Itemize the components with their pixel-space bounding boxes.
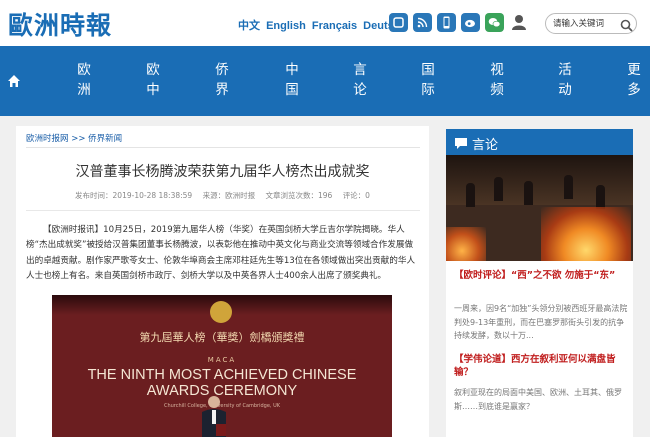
award-logo [210, 301, 232, 323]
weibo-icon[interactable] [461, 13, 480, 32]
mobile-icon[interactable] [437, 13, 456, 32]
fire-glow [446, 227, 486, 261]
protester-figure [564, 175, 573, 199]
language-switcher: 中文 English Français Deutsch [238, 17, 410, 33]
breadcrumb-home[interactable]: 欧洲时报网 [26, 134, 69, 144]
photo-banner-chinese: 第九屆華人榜（華獎）劍橋頒獎禮 [139, 331, 305, 344]
home-icon[interactable] [7, 73, 21, 92]
main-nav: 欧洲 欧中 侨界 中国 言论 国际 视频 活动 更多 [0, 46, 650, 116]
opinion-section-header[interactable]: 言论 [446, 129, 633, 155]
article-meta: 发布时间：2019-10-28 18:38:59 来源：欧洲时报 文章浏览次数：… [16, 190, 429, 201]
opinion-feature-image[interactable] [446, 155, 633, 261]
social-links [389, 13, 528, 32]
opinion-headline[interactable]: 【学伟论道】西方在叙利亚何以满盘皆输？ [454, 353, 630, 379]
nav-item-events[interactable]: 活动 [557, 60, 573, 100]
opinion-headline[interactable]: 【欧时评论】“西”之不欲 勿施于“东” [454, 269, 630, 282]
section-title: 言论 [472, 138, 499, 153]
opinion-summary: 一周来，因9名“加独”头领分别被西班牙最高法院判处9-13年重刑，而在巴塞罗那街… [454, 304, 628, 340]
opinion-item[interactable]: 【学伟论道】西方在叙利亚何以满盘皆输？ 叙利亚现在的局面中美国、欧洲、土耳其、俄… [446, 345, 633, 437]
divider [26, 147, 420, 148]
comment-count[interactable]: 评论：0 [343, 191, 370, 200]
award-recipient-figure [202, 396, 226, 437]
article-panel: 欧洲时报网 >> 侨界新闻 汉普董事长杨腾波荣获第九届华人榜杰出成就奖 发布时间… [16, 126, 429, 437]
nav-item-opinion[interactable]: 言论 [352, 60, 368, 100]
lang-english[interactable]: English [266, 20, 306, 32]
top-header: 歐洲時報 中文 English Français Deutsch [0, 0, 650, 46]
nav-item-europe[interactable]: 欧洲 [76, 60, 92, 100]
article-body: 【欧洲时报讯】10月25日，2019第九届华人榜（华奖）在英国剑桥大学丘吉尔学院… [26, 225, 416, 282]
protester-figure [524, 181, 533, 205]
opinion-summary: 叙利亚现在的局面中美国、欧洲、土耳其、俄罗斯……到底谁是赢家？ [454, 388, 622, 411]
publish-time: 发布时间：2019-10-28 18:38:59 [75, 191, 193, 200]
fire-glow [541, 207, 631, 261]
wechat-icon[interactable] [485, 13, 504, 32]
article-source: 来源：欧洲时报 [202, 191, 256, 200]
article-photo[interactable]: 第九屆華人榜（華獎）劍橋頒獎禮 MACA THE NINTH MOST ACHI… [52, 295, 392, 437]
protester-figure [494, 177, 503, 201]
nav-item-overseas-chinese[interactable]: 侨界 [214, 60, 230, 100]
nav-item-china[interactable]: 中国 [284, 60, 300, 100]
search-box [545, 13, 637, 34]
breadcrumb: 欧洲时报网 >> 侨界新闻 [26, 132, 122, 144]
search-input[interactable] [553, 16, 617, 31]
photo-banner-english-line1: THE NINTH MOST ACHIEVED CHINESE [87, 367, 357, 383]
opinion-summary-box: 一周来，因9名“加独”头领分别被西班牙最高法院判处9-13年重刑，而在巴塞罗那街… [446, 296, 633, 345]
app-icon[interactable] [389, 13, 408, 32]
protester-figure [466, 183, 475, 207]
photo-banner-maca: MACA [207, 356, 237, 364]
breadcrumb-separator: >> [71, 134, 86, 144]
search-icon[interactable] [620, 17, 633, 36]
nav-item-video[interactable]: 视频 [489, 60, 505, 100]
comment-icon [454, 135, 468, 154]
nav-item-international[interactable]: 国际 [420, 60, 436, 100]
article-title: 汉普董事长杨腾波荣获第九届华人榜杰出成就奖 [75, 164, 370, 180]
site-logo[interactable]: 歐洲時報 [8, 6, 112, 42]
user-icon[interactable] [509, 13, 528, 32]
protester-figure [596, 185, 605, 209]
view-count: 文章浏览次数：196 [265, 191, 333, 200]
lang-french[interactable]: Français [312, 20, 357, 32]
nav-item-more[interactable]: 更多 [626, 60, 642, 100]
nav-item-europe-china[interactable]: 欧中 [145, 60, 161, 100]
divider [26, 210, 420, 211]
lang-chinese[interactable]: 中文 [238, 20, 260, 32]
breadcrumb-section[interactable]: 侨界新闻 [88, 134, 122, 144]
rss-icon[interactable] [413, 13, 432, 32]
